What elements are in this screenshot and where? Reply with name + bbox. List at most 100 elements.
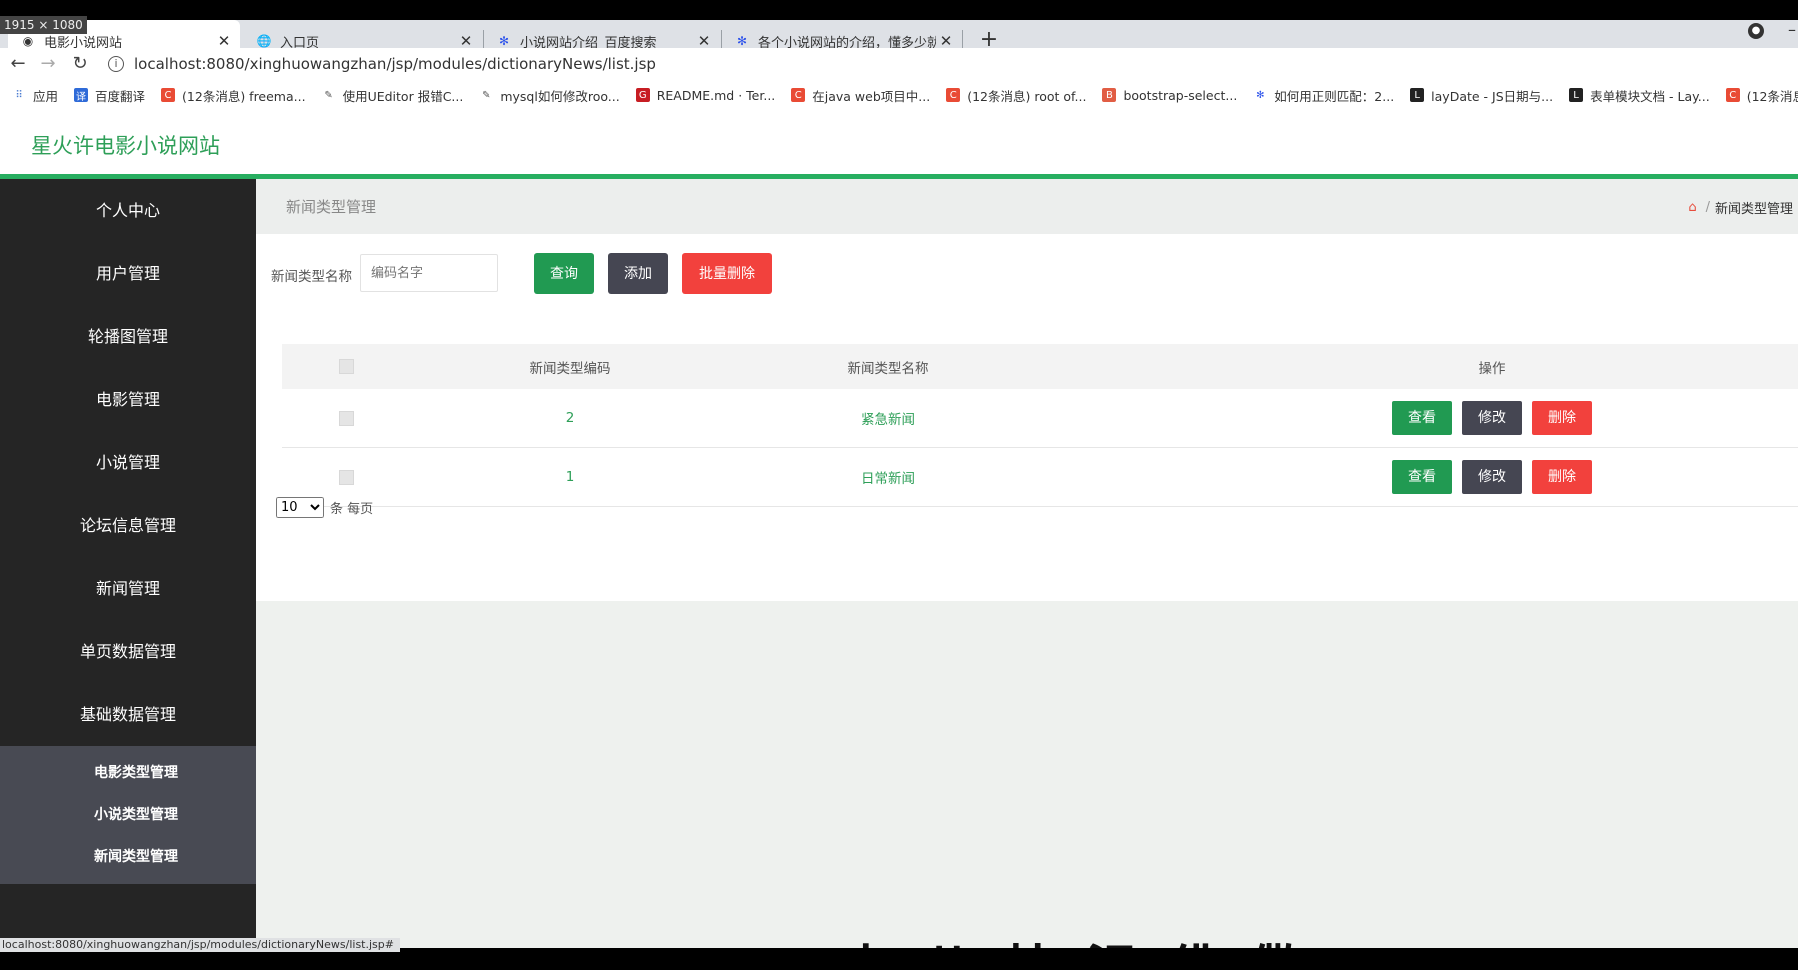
page-title: 新闻类型管理 [286,198,377,216]
status-url: localhost:8080/xinghuowangzhan/jsp/modul… [0,938,400,952]
bookmark-item[interactable]: G README.md · Ter... [635,87,776,103]
row-actions: 查看 修改 删除 [1382,448,1602,506]
info-icon[interactable]: i [108,56,124,72]
batch-delete-button[interactable]: 批量删除 [682,253,772,294]
baidu-paw-icon: ✻ [736,34,748,48]
edit-button[interactable]: 修改 [1462,401,1522,435]
video-caption-text: 寺 艹 拈 沮 俳 儆 [840,928,1309,948]
edit-button[interactable]: 修改 [1462,460,1522,494]
view-button[interactable]: 查看 [1392,460,1452,494]
bookmark-label: (12条消息) freema... [182,88,306,104]
view-button[interactable]: 查看 [1392,401,1452,435]
sidebar-item[interactable]: 电影管理 [0,368,256,431]
bookmark-item[interactable]: 译百度翻译 [74,86,145,105]
bookmark-label: mysql如何修改roo... [500,88,620,104]
add-button[interactable]: 添加 [608,253,668,294]
bookmark-item[interactable]: C (12条消息) root of... [946,86,1086,105]
news-type-name-input[interactable] [360,254,498,292]
delete-button[interactable]: 删除 [1532,460,1592,494]
bookmark-item[interactable]: L 表单模块文档 - Lay... [1569,86,1710,105]
back-arrow-icon[interactable]: ← [4,48,32,80]
sidebar-item[interactable]: 新闻管理 [0,557,256,620]
bookmark-item[interactable]: ✻ 如何用正则匹配：2... [1253,86,1394,105]
screen: 1915 × 1080 ◉ 电影小说网站 ✕ 🌐 入口页 ✕ ✻ 小说网站介绍_… [0,0,1798,970]
resolution-label: 1915 × 1080 [0,16,87,34]
news-type-code: 2 [565,410,575,426]
row-actions: 查看 修改 删除 [1382,389,1602,447]
bootstrap-icon: B [1102,88,1117,102]
bookmark-item[interactable]: ✎ 使用UEditor 报错C... [322,86,463,105]
sidebar-subitem[interactable]: 小说类型管理 [0,794,256,836]
url-text[interactable]: localhost:8080/xinghuowangzhan/jsp/modul… [134,55,656,73]
sidebar-subitem[interactable]: 电影类型管理 [0,752,256,794]
table-row: 2 紧急新闻 查看 修改 删除 [282,389,1798,448]
select-all-checkbox[interactable] [338,359,354,374]
search-label: 新闻类型名称 [271,269,352,285]
csdn-icon: C [161,88,176,102]
browser-toolbar: ← → ↻ i localhost:8080/xinghuowangzhan/j… [0,48,1798,80]
address-bar[interactable]: i localhost:8080/xinghuowangzhan/jsp/mod… [108,50,1788,78]
header-cell: 操作 [1478,360,1506,377]
news-type-code: 1 [565,469,575,485]
page-size-select[interactable]: 10 [276,497,324,518]
sidebar-subitem[interactable]: 新闻类型管理 [0,836,256,878]
top-black-bar [0,0,1798,20]
bookmark-item[interactable]: C 在java web项目中... [791,86,930,105]
bookmark-label: 应用 [33,88,59,104]
main-content: 新闻类型管理 ⌂ / 新闻类型管理 新闻类型名称 查询 添加 批量删除 [256,179,1798,601]
bookmark-label: README.md · Ter... [656,87,776,103]
news-type-table: 新闻类型编码 新闻类型名称 操作 2 紧急新闻 查看 修改 删除 1 日常新闻 查看 修改 删除 [282,344,1798,507]
site-title[interactable]: 星火许电影小说网站 [31,130,220,160]
header-cell [316,344,376,389]
bookmark-label: (12条消息) root of... [967,88,1087,104]
sidebar-item[interactable]: 小说管理 [0,431,256,494]
ueditor-icon: ✎ [482,89,491,101]
breadcrumb-current: 新闻类型管理 [1714,202,1793,217]
row-checkbox[interactable] [338,469,354,485]
sidebar-item[interactable]: 单页数据管理 [0,620,256,683]
table-header: 新闻类型编码 新闻类型名称 操作 [282,344,1798,389]
bookmarks-bar: ⠿ 应用译百度翻译 C (12条消息) freema... ✎ 使用UEditor 报错C… [0,80,1798,110]
apps-grid-icon: ⠿ [15,89,23,101]
checkbox-cell [316,389,376,447]
bookmark-item[interactable]: C (12条消息) 关于lay... [1725,86,1798,105]
bookmark-label: 表单模块文档 - Lay... [1590,88,1710,104]
breadcrumb-bar: 新闻类型管理 ⌂ / 新闻类型管理 [256,179,1798,234]
csdn-icon: C [946,88,961,102]
layui-icon: L [1569,88,1584,102]
csdn-icon: C [791,88,806,102]
bookmark-item[interactable]: LlayDate - JS日期与... [1410,86,1553,105]
home-icon[interactable]: ⌂ [1688,200,1696,215]
web-page: 星火许电影小说网站 个人中心 用户管理 轮播图管理 电影管理 小说管理 论坛信息管理 新闻管… [0,110,1798,948]
query-button[interactable]: 查询 [534,253,594,294]
site-header: 星火许电影小说网站 [0,110,1798,174]
table-row: 1 日常新闻 查看 修改 删除 [282,448,1798,507]
bookmark-label: 百度翻译 [95,88,146,104]
reload-icon[interactable]: ↻ [66,48,94,80]
window-minimize-icon[interactable]: – [1788,20,1796,39]
bookmark-item[interactable]: Bbootstrap-select... [1102,88,1237,103]
news-type-name: 紧急新闻 [861,412,915,428]
delete-button[interactable]: 删除 [1532,401,1592,435]
bookmark-item[interactable]: ✎ mysql如何修改roo... [479,86,620,105]
sidebar-item[interactable]: 个人中心 [0,179,256,242]
bookmark-label: 如何用正则匹配：2... [1274,88,1395,104]
site-favicon-icon: ◉ [22,34,34,48]
bookmark-item[interactable]: ⠿ 应用 [12,86,58,105]
sidebar-item[interactable]: 论坛信息管理 [0,494,256,557]
bookmark-item[interactable]: C (12条消息) freema... [161,86,306,105]
ueditor-icon: ✎ [324,89,333,101]
news-type-name: 日常新闻 [861,471,915,487]
baidu-paw-icon: ✻ [1256,89,1265,101]
row-checkbox[interactable] [338,410,354,426]
sidebar-item[interactable]: 基础数据管理 [0,683,256,746]
forward-arrow-icon[interactable]: → [34,48,62,80]
bookmark-label: (12条消息) 关于lay... [1746,88,1798,104]
account-icon[interactable]: ● [1748,23,1764,39]
bookmark-label: layDate - JS日期与... [1431,88,1554,104]
sidebar-item[interactable]: 轮播图管理 [0,305,256,368]
search-form: 新闻类型名称 查询 添加 批量删除 [256,251,1156,295]
sidebar-item[interactable]: 用户管理 [0,242,256,305]
baidu-translate-icon: 译 [74,88,89,103]
breadcrumb-separator: / [1705,200,1710,215]
